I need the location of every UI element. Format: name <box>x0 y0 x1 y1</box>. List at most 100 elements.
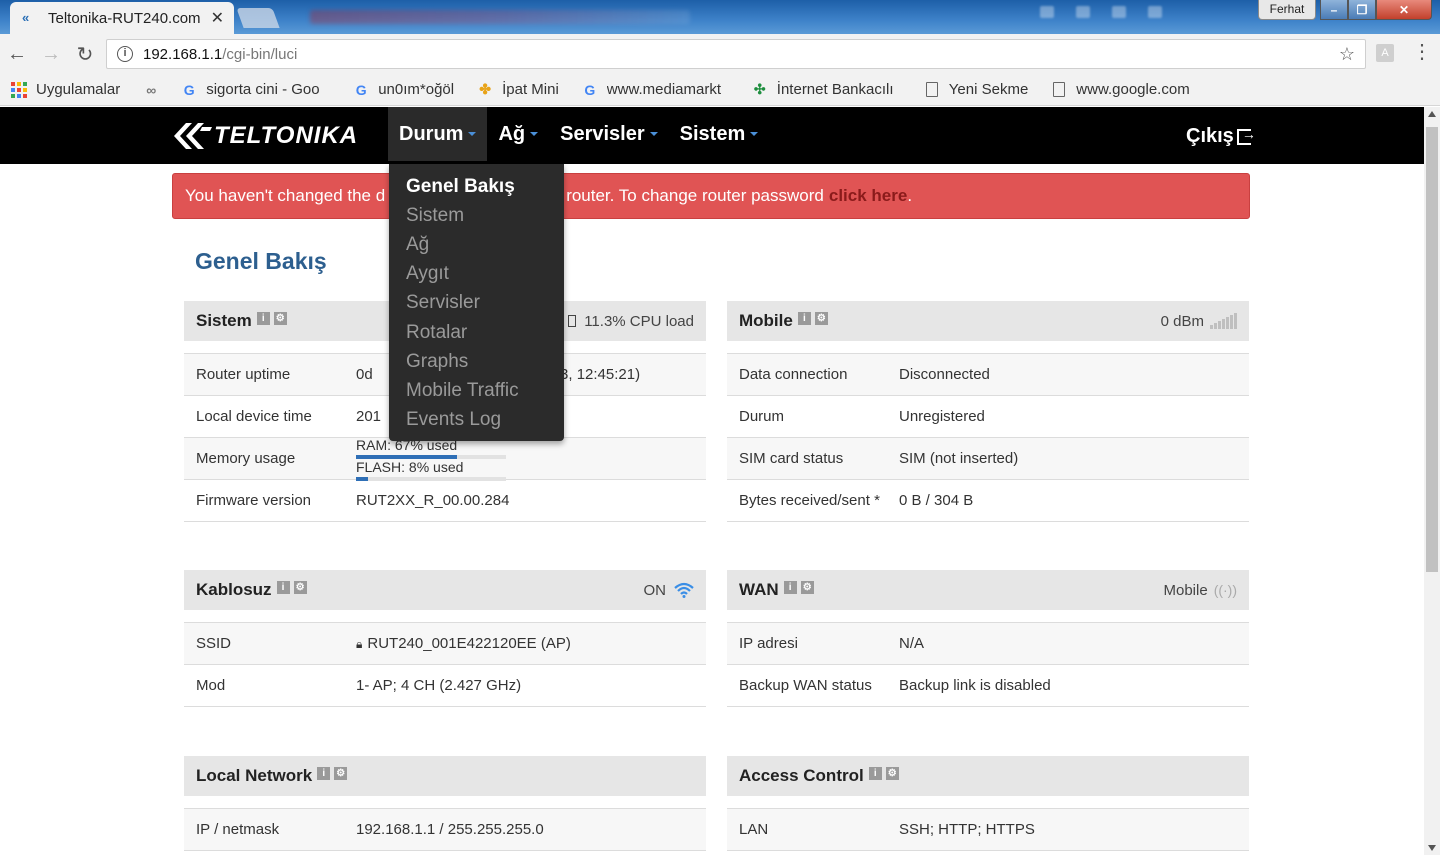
tab-title: Teltonika-RUT240.com <box>48 9 201 27</box>
profile-button[interactable]: Ferhat <box>1258 0 1316 20</box>
menu-servisler[interactable]: Servisler <box>549 107 669 161</box>
browser-menu-icon[interactable]: ⋮ <box>1412 42 1432 62</box>
pinwheel-icon: ✤ <box>479 81 491 97</box>
info-icon[interactable]: i <box>783 580 797 594</box>
caret-down-icon <box>468 132 477 136</box>
google-icon: G <box>183 81 195 98</box>
clover-icon: ✣ <box>753 81 766 97</box>
panel-header: Kablosuz i ⚙ ON <box>184 570 706 610</box>
menu-durum[interactable]: Durum <box>388 107 488 161</box>
close-window-button[interactable]: ✕ <box>1376 0 1432 20</box>
cpu-load: 11.3% CPU load <box>568 313 694 330</box>
caret-down-icon <box>649 132 658 136</box>
table-row: Firmware version RUT2XX_R_00.00.284 <box>184 480 706 522</box>
info-icon[interactable]: i <box>276 580 290 594</box>
durum-dropdown-menu: Genel Bakış Sistem Ağ Aygıt Servisler Ro… <box>389 164 564 441</box>
caret-down-icon <box>750 132 759 136</box>
dropdown-item-servisler[interactable]: Servisler <box>389 289 564 318</box>
cpu-icon <box>568 315 577 327</box>
window-titlebar: « Teltonika-RUT240.com ✕ Ferhat – ❐ ✕ <box>0 0 1440 34</box>
document-icon <box>1050 81 1068 99</box>
page-viewport: TELTONIKA Durum Ağ Servisler Sistem Çıkı… <box>0 107 1424 855</box>
table-row: Data connection Disconnected <box>727 354 1249 396</box>
bookmark-google[interactable]: www.google.com <box>1050 81 1198 99</box>
dropdown-item-mobile-traffic[interactable]: Mobile Traffic <box>389 376 564 405</box>
dropdown-item-aygit[interactable]: Aygıt <box>389 260 564 289</box>
bookmark-ipat[interactable]: ✤ İpat Mini <box>476 81 559 99</box>
scrollbar-thumb[interactable] <box>1426 127 1438 572</box>
dropdown-item-ag[interactable]: Ağ <box>389 230 564 259</box>
pdf-extension-icon[interactable]: A <box>1376 44 1394 62</box>
panel-header: Mobile i ⚙ 0 dBm <box>727 301 1249 341</box>
settings-icon[interactable]: ⚙ <box>334 766 348 780</box>
bookmark-sigorta[interactable]: G sigorta cini - Goo <box>180 81 330 99</box>
wifi-icon <box>674 582 694 598</box>
bookmark-mediamarkt[interactable]: G www.mediamarkt <box>581 81 729 99</box>
tab-close-icon[interactable]: ✕ <box>211 8 224 28</box>
info-icon[interactable]: i <box>256 311 270 325</box>
bookmarks-bar: Uygulamalar ∞ G sigorta cini - Goo G un0… <box>0 74 1440 106</box>
forward-button[interactable]: → <box>34 37 68 71</box>
logout-button[interactable]: Çıkış <box>1186 125 1256 148</box>
menu-sistem[interactable]: Sistem <box>669 107 770 161</box>
antenna-icon: ((·)) <box>1213 582 1237 598</box>
dropdown-item-rotalar[interactable]: Rotalar <box>389 318 564 347</box>
window-controls: – ❐ ✕ <box>1320 0 1432 20</box>
table-row: SSID 🔒︎ RUT240_001E422120EE (AP) <box>184 623 706 665</box>
dropdown-item-sistem[interactable]: Sistem <box>389 201 564 230</box>
panel-access-control: Access Control i ⚙ LAN SSH; HTTP; HTTPS <box>727 756 1249 851</box>
settings-icon[interactable]: ⚙ <box>800 580 814 594</box>
bookmark-star-icon[interactable]: ☆ <box>1339 44 1355 65</box>
scroll-down-icon[interactable] <box>1428 845 1436 851</box>
change-password-link[interactable]: click here <box>829 186 907 206</box>
teltonika-logo[interactable]: TELTONIKA <box>172 121 358 151</box>
settings-icon[interactable]: ⚙ <box>885 766 899 780</box>
apps-grid-icon <box>10 81 28 99</box>
info-icon[interactable]: i <box>868 766 882 780</box>
flash-fill <box>356 476 368 481</box>
dropdown-item-events-log[interactable]: Events Log <box>389 406 564 435</box>
maximize-button[interactable]: ❐ <box>1348 0 1376 20</box>
back-button[interactable]: ← <box>0 37 34 71</box>
document-icon <box>923 81 941 99</box>
table-row: Mod 1- AP; 4 CH (2.427 GHz) <box>184 665 706 707</box>
scroll-up-icon[interactable] <box>1428 111 1436 117</box>
bookmark-apps[interactable]: Uygulamalar <box>10 81 120 99</box>
page-scrollbar[interactable] <box>1424 107 1440 855</box>
new-tab-button[interactable] <box>236 8 280 28</box>
url-path: /cgi-bin/luci <box>222 45 298 63</box>
minimize-button[interactable]: – <box>1320 0 1348 20</box>
google-icon: G <box>584 81 596 98</box>
menu-ag[interactable]: Ağ <box>487 107 549 161</box>
logout-icon <box>1236 126 1256 145</box>
blurred-window-controls <box>1040 6 1220 20</box>
bookmark-un0im[interactable]: G un0ım*oğöl <box>352 81 454 99</box>
browser-tab-active[interactable]: « Teltonika-RUT240.com ✕ <box>10 2 234 34</box>
password-warning-alert: You haven't changed the d router. To cha… <box>172 173 1250 219</box>
panel-local-network: Local Network i ⚙ IP / netmask 192.168.1.1… <box>184 756 706 851</box>
address-bar[interactable]: i 192.168.1.1/cgi-bin/luci ☆ <box>106 39 1366 69</box>
signal-strength-icon <box>1210 313 1237 329</box>
dropdown-item-genel-bakis[interactable]: Genel Bakış <box>389 172 564 201</box>
info-icon[interactable]: i <box>797 311 811 325</box>
settings-icon[interactable]: ⚙ <box>293 580 307 594</box>
bookmark-glasses[interactable]: ∞ <box>142 81 168 99</box>
bookmark-yeni-sekme[interactable]: Yeni Sekme <box>923 81 1028 99</box>
info-icon[interactable]: i <box>317 766 331 780</box>
teltonika-favicon-icon: « <box>22 10 30 25</box>
table-row: SIM card status SIM (not inserted) <box>727 438 1249 480</box>
panel-kablosuz: Kablosuz i ⚙ ON SSID 🔒︎ RUT240_001E422120EE… <box>184 570 706 707</box>
reload-button[interactable]: ↻ <box>68 37 102 71</box>
panel-header: Access Control i ⚙ <box>727 756 1249 796</box>
settings-icon[interactable]: ⚙ <box>814 311 828 325</box>
table-row: LAN SSH; HTTP; HTTPS <box>727 809 1249 851</box>
bookmark-bank[interactable]: ✣ İnternet Bankacılı <box>751 81 901 99</box>
site-info-icon[interactable]: i <box>117 46 133 62</box>
settings-icon[interactable]: ⚙ <box>273 311 287 325</box>
table-row: IP / netmask 192.168.1.1 / 255.255.255.0 <box>184 809 706 851</box>
dropdown-item-graphs[interactable]: Graphs <box>389 347 564 376</box>
table-row: Memory usage RAM: 67% used FLASH: 8% use… <box>184 437 706 481</box>
blurred-window-title <box>310 10 690 24</box>
ram-fill <box>356 454 457 459</box>
teltonika-logo-icon <box>174 123 212 149</box>
